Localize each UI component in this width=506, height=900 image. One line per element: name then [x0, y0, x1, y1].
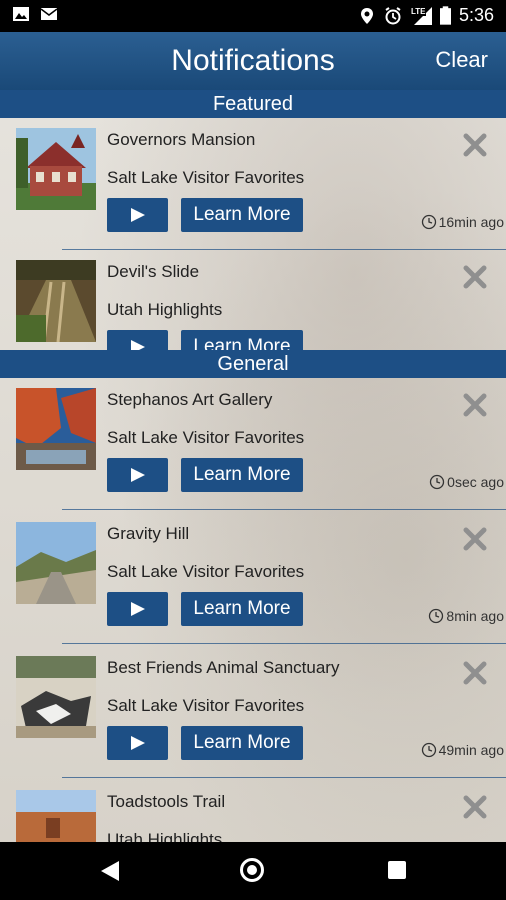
- timestamp-text: 0sec ago: [447, 474, 504, 490]
- recent-apps-icon[interactable]: [388, 861, 406, 879]
- list-item[interactable]: Gravity Hill Salt Lake Visitor Favorites…: [0, 512, 506, 644]
- thumbnail-governors-mansion: [16, 128, 96, 210]
- clock-icon: [421, 742, 436, 758]
- section-header-featured: Featured: [0, 90, 506, 118]
- section-header-general: General: [0, 350, 506, 378]
- close-icon[interactable]: [462, 526, 488, 552]
- item-title: Toadstools Trail: [107, 792, 226, 811]
- back-icon[interactable]: [101, 861, 119, 881]
- play-button[interactable]: [107, 330, 168, 350]
- clock-icon: [421, 214, 436, 230]
- list-item[interactable]: Devil's Slide Utah Highlights Learn More: [0, 250, 506, 350]
- status-bar: LTE 5:36: [0, 0, 506, 32]
- timestamp-text: 16min ago: [438, 214, 504, 230]
- app-header: Notifications Clear: [0, 32, 506, 90]
- close-icon[interactable]: [462, 794, 488, 820]
- divider: [62, 777, 506, 778]
- item-category: Utah Highlights: [107, 300, 223, 319]
- close-icon[interactable]: [462, 660, 488, 686]
- item-category: Salt Lake Visitor Favorites: [107, 428, 305, 447]
- item-title: Best Friends Animal Sanctuary: [107, 658, 340, 677]
- general-scroll-clip: Toadstools Trail Utah Highlights: [0, 780, 506, 842]
- play-button[interactable]: [107, 592, 168, 626]
- clear-button[interactable]: Clear: [435, 47, 488, 73]
- play-button[interactable]: [107, 726, 168, 760]
- timestamp: 49min ago: [421, 742, 504, 758]
- thumbnail-best-friends-animal-sanctuary: [16, 656, 96, 738]
- learn-more-button[interactable]: Learn More: [181, 726, 303, 760]
- mail-icon: [40, 8, 58, 20]
- timestamp: 8min ago: [428, 608, 504, 624]
- item-title: Governors Mansion: [107, 130, 256, 149]
- item-title: Gravity Hill: [107, 524, 190, 543]
- thumbnail-toadstools-trail: [16, 790, 96, 842]
- timestamp-text: 49min ago: [438, 742, 504, 758]
- timestamp: 0sec ago: [429, 474, 504, 490]
- close-icon[interactable]: [462, 392, 488, 418]
- learn-more-button[interactable]: Learn More: [181, 592, 303, 626]
- list-item[interactable]: Stephanos Art Gallery Salt Lake Visitor …: [0, 378, 506, 510]
- play-button[interactable]: [107, 458, 168, 492]
- item-title: Devil's Slide: [107, 262, 200, 281]
- featured-scroll-clip: Devil's Slide Utah Highlights Learn More: [0, 250, 506, 350]
- learn-more-button[interactable]: Learn More: [181, 198, 303, 232]
- close-icon[interactable]: [462, 132, 488, 158]
- lte-icon: LTE: [409, 6, 432, 25]
- learn-more-button[interactable]: Learn More: [181, 458, 303, 492]
- item-title: Stephanos Art Gallery: [107, 390, 273, 409]
- clock-icon: [429, 608, 444, 624]
- home-icon[interactable]: [240, 858, 264, 882]
- item-category: Salt Lake Visitor Favorites: [107, 562, 305, 581]
- thumbnail-devils-slide: [16, 260, 96, 342]
- image-icon: [13, 7, 29, 21]
- page-title: Notifications: [171, 44, 335, 77]
- item-category: Utah Highlights: [107, 830, 223, 842]
- close-icon[interactable]: [462, 264, 488, 290]
- thumbnail-gravity-hill: [16, 522, 96, 604]
- item-category: Salt Lake Visitor Favorites: [107, 696, 305, 715]
- timestamp: 16min ago: [421, 214, 504, 230]
- divider: [62, 643, 506, 644]
- learn-more-button[interactable]: Learn More: [181, 330, 303, 350]
- thumbnail-stephanos-art-gallery: [16, 388, 96, 470]
- list-item[interactable]: Toadstools Trail Utah Highlights: [0, 780, 506, 842]
- divider: [62, 509, 506, 510]
- battery-icon: [439, 6, 451, 25]
- play-button[interactable]: [107, 198, 168, 232]
- status-time: 5:36: [458, 5, 494, 25]
- timestamp-text: 8min ago: [446, 608, 504, 624]
- list-item[interactable]: Best Friends Animal Sanctuary Salt Lake …: [0, 646, 506, 778]
- clock-icon: [430, 474, 445, 490]
- alarm-icon: [385, 6, 401, 24]
- navigation-bar: [0, 842, 506, 900]
- location-icon: [360, 7, 373, 24]
- item-category: Salt Lake Visitor Favorites: [107, 168, 305, 187]
- list-item[interactable]: Governors Mansion Salt Lake Visitor Favo…: [0, 118, 506, 250]
